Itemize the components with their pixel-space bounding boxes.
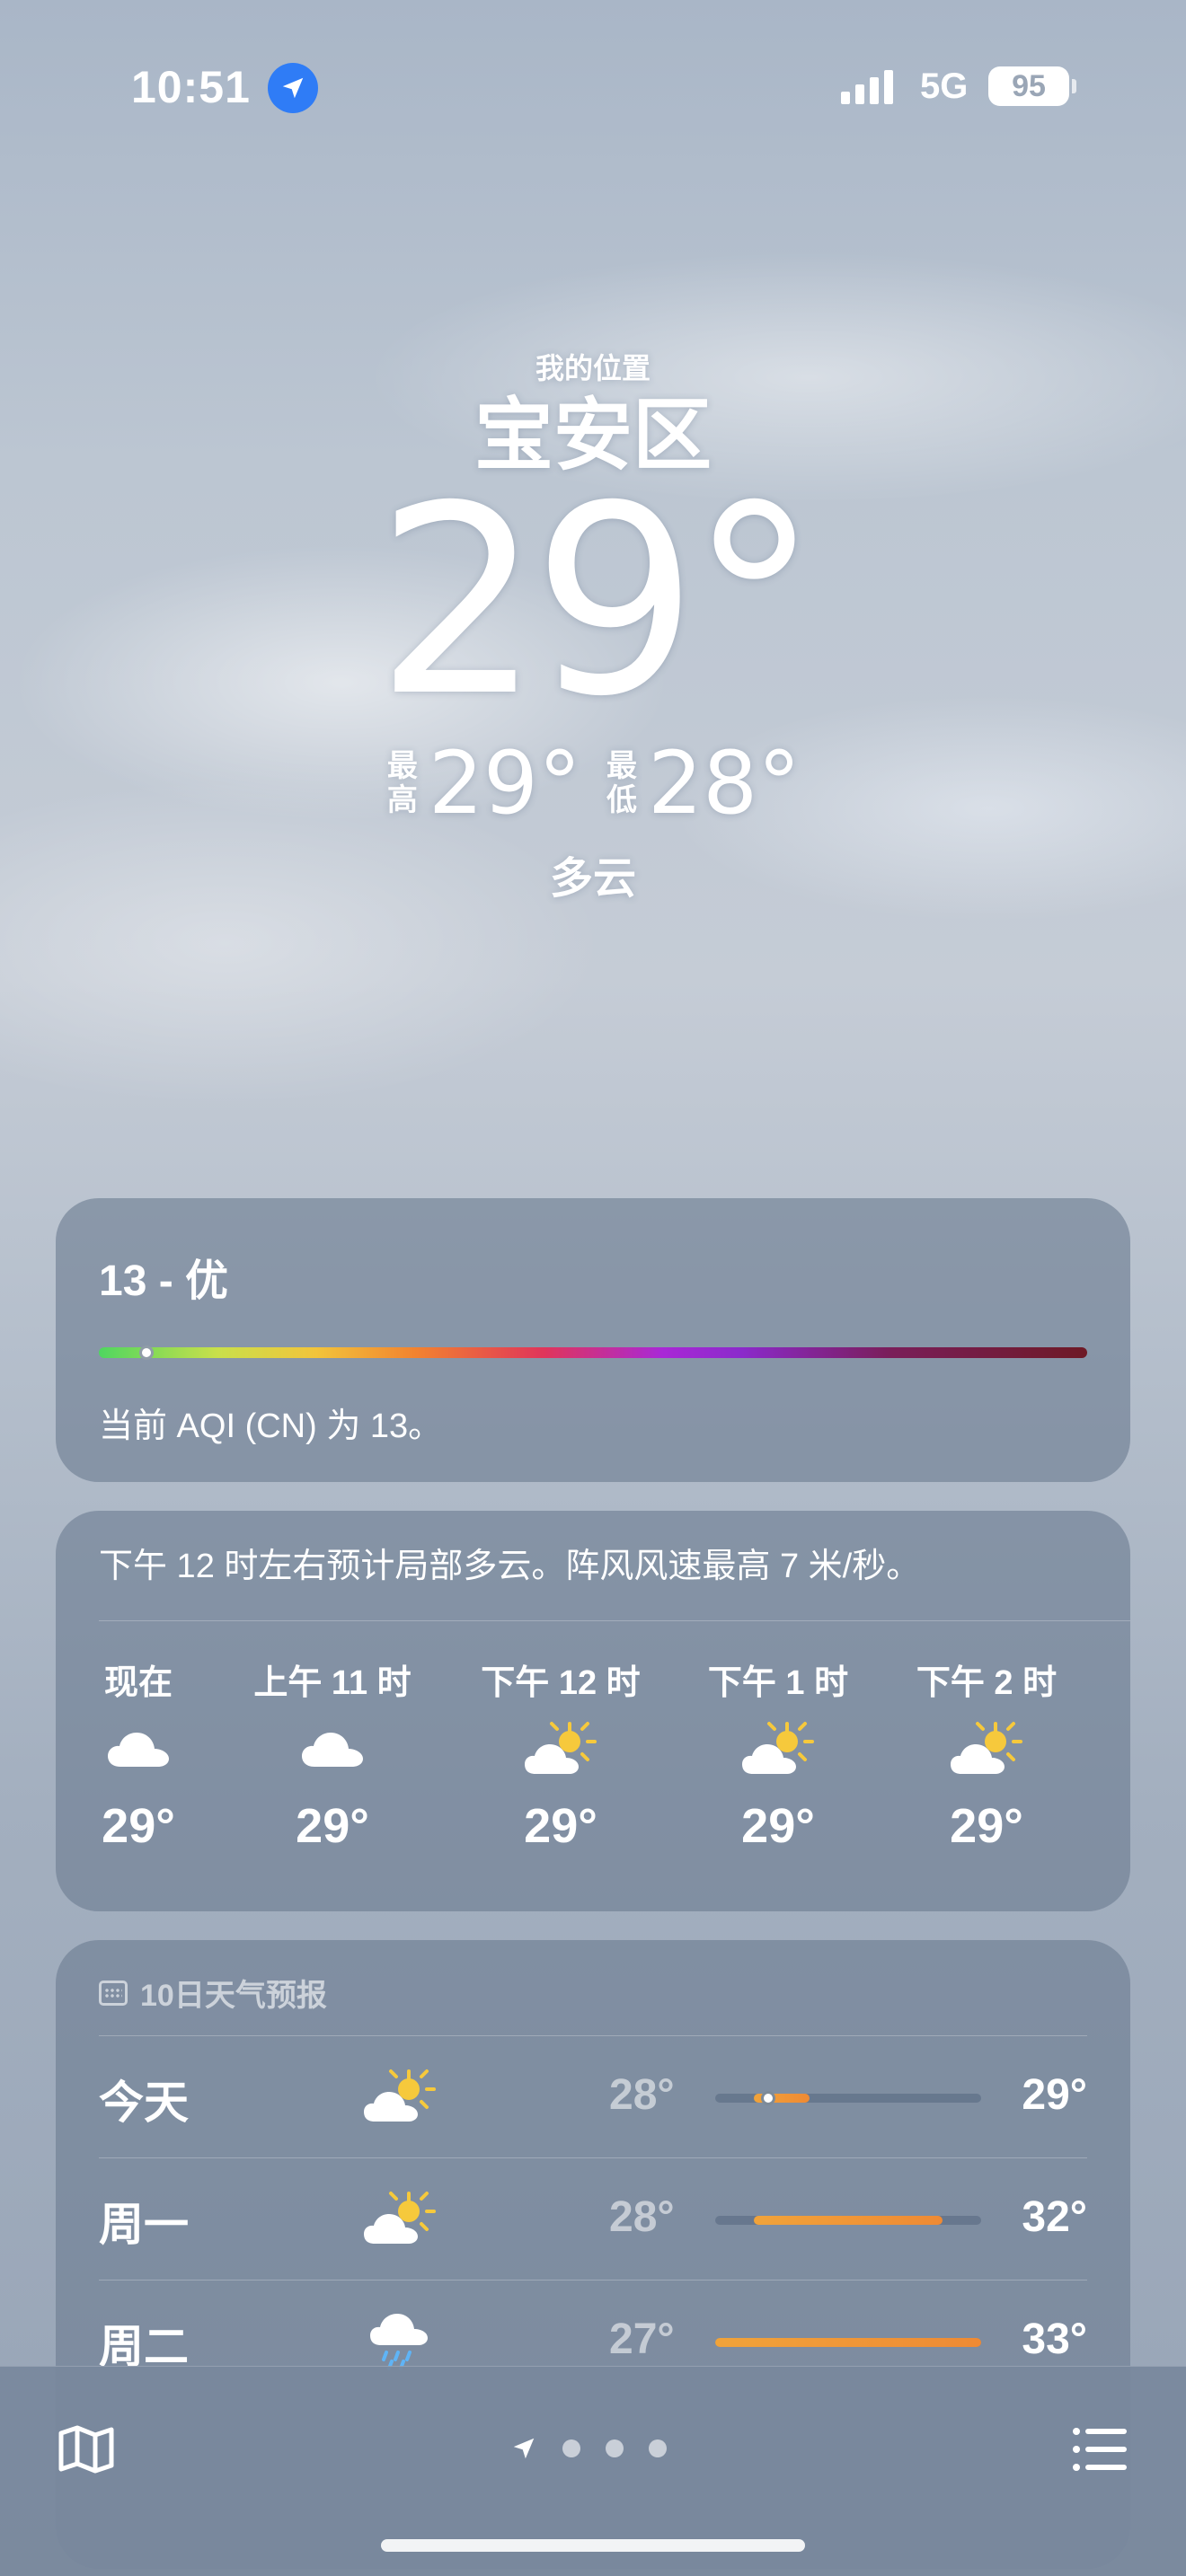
signal-strength-icon: [841, 70, 893, 104]
hour-temp: 29°: [296, 1799, 369, 1853]
network-type: 5G: [920, 66, 969, 106]
day-row[interactable]: 周一 28° 32°: [99, 2157, 1087, 2280]
day-high: 32°: [1022, 2193, 1087, 2241]
page-indicator[interactable]: [510, 2435, 667, 2462]
daily-header: 10日天气预报: [99, 1971, 327, 2015]
map-icon[interactable]: [58, 2424, 115, 2475]
location-arrow-icon: [513, 2438, 535, 2459]
hour-item: 下午 12 时 29°: [471, 1654, 651, 1854]
partly-sunny-icon: [688, 1699, 868, 1798]
status-bar: 10:51 5G 95: [0, 61, 1186, 115]
divider: [99, 1620, 1130, 1621]
day-high: 33°: [1022, 2316, 1087, 2363]
hour-label: 下午 1 时: [707, 1664, 849, 1702]
location-label: 我的位置: [535, 352, 651, 384]
low-label: 最低: [606, 748, 637, 817]
list-icon[interactable]: [1071, 2424, 1128, 2475]
temp-range-fill: [715, 2338, 981, 2347]
page-dot[interactable]: [562, 2439, 580, 2457]
hourly-summary: 下午 12 时左右预计局部多云。阵风风速最高 7 米/秒。: [99, 1548, 921, 1585]
cloud-icon: [49, 1699, 228, 1798]
page-dot[interactable]: [649, 2439, 667, 2457]
current-weather: 我的位置 宝安区 29° 最高 29° 最低 28° 多云: [0, 346, 1186, 905]
partly-sunny-icon: [471, 1699, 651, 1798]
partly-sunny-icon: [897, 1699, 1076, 1798]
low-temperature: 28°: [648, 732, 801, 834]
day-name: 周一: [99, 2200, 189, 2250]
hour-item: 上午 11 时 29°: [243, 1654, 422, 1854]
calendar-icon: [99, 1980, 128, 2006]
day-high: 29°: [1022, 2071, 1087, 2119]
battery-cap: [1072, 79, 1076, 93]
partly-sunny-icon: [359, 2178, 440, 2259]
bottom-toolbar: [0, 2366, 1186, 2576]
status-time: 10:51: [131, 62, 251, 112]
day-row[interactable]: 今天 28° 29°: [99, 2035, 1087, 2157]
hour-temp: 29°: [524, 1799, 597, 1853]
battery-icon: 95: [988, 66, 1069, 106]
high-temperature: 29°: [428, 732, 581, 834]
hour-label: 现在: [103, 1664, 173, 1702]
hour-label: 上午 11 时: [253, 1664, 412, 1702]
aqi-card[interactable]: 13 - 优 当前 AQI (CN) 为 13。: [56, 1198, 1130, 1482]
current-temperature: 29°: [375, 450, 819, 754]
daily-header-label: 10日天气预报: [140, 1979, 327, 2013]
day-low: 27°: [609, 2316, 675, 2363]
temp-range-track: [715, 2338, 981, 2347]
page-dot[interactable]: [606, 2439, 624, 2457]
hour-item: 下午 2 时 29°: [897, 1654, 1076, 1854]
hourly-forecast-card[interactable]: 下午 12 时左右预计局部多云。阵风风速最高 7 米/秒。 现在 29° 上午 …: [56, 1511, 1130, 1911]
high-label: 最高: [386, 748, 418, 817]
condition: 多云: [549, 854, 636, 903]
temp-range-track: [715, 2091, 981, 2105]
temp-range-fill: [754, 2216, 943, 2225]
cloud-icon: [243, 1699, 422, 1798]
aqi-description: 当前 AQI (CN) 为 13。: [99, 1407, 443, 1445]
hour-label: 下午 12 时: [481, 1664, 641, 1702]
partly-sunny-icon: [359, 2056, 440, 2137]
day-low: 28°: [609, 2071, 675, 2119]
day-name: 今天: [99, 2078, 189, 2128]
day-low: 28°: [609, 2193, 675, 2241]
current-temp-marker: [760, 2091, 775, 2105]
home-indicator[interactable]: [381, 2539, 805, 2552]
hour-temp: 29°: [102, 1799, 175, 1853]
aqi-indicator: [138, 1345, 154, 1360]
location-arrow-icon: [268, 63, 318, 113]
hour-item: 现在 29°: [49, 1654, 228, 1854]
aqi-scale-bar: [99, 1347, 1087, 1358]
hour-label: 下午 2 时: [916, 1664, 1058, 1702]
temp-range-track: [715, 2216, 981, 2225]
hour-item: 下午 1 时 29°: [688, 1654, 868, 1854]
battery-level: 95: [1012, 68, 1046, 103]
aqi-title: 13 - 优: [99, 1257, 229, 1305]
hour-temp: 29°: [741, 1799, 815, 1853]
hour-temp: 29°: [950, 1799, 1023, 1853]
